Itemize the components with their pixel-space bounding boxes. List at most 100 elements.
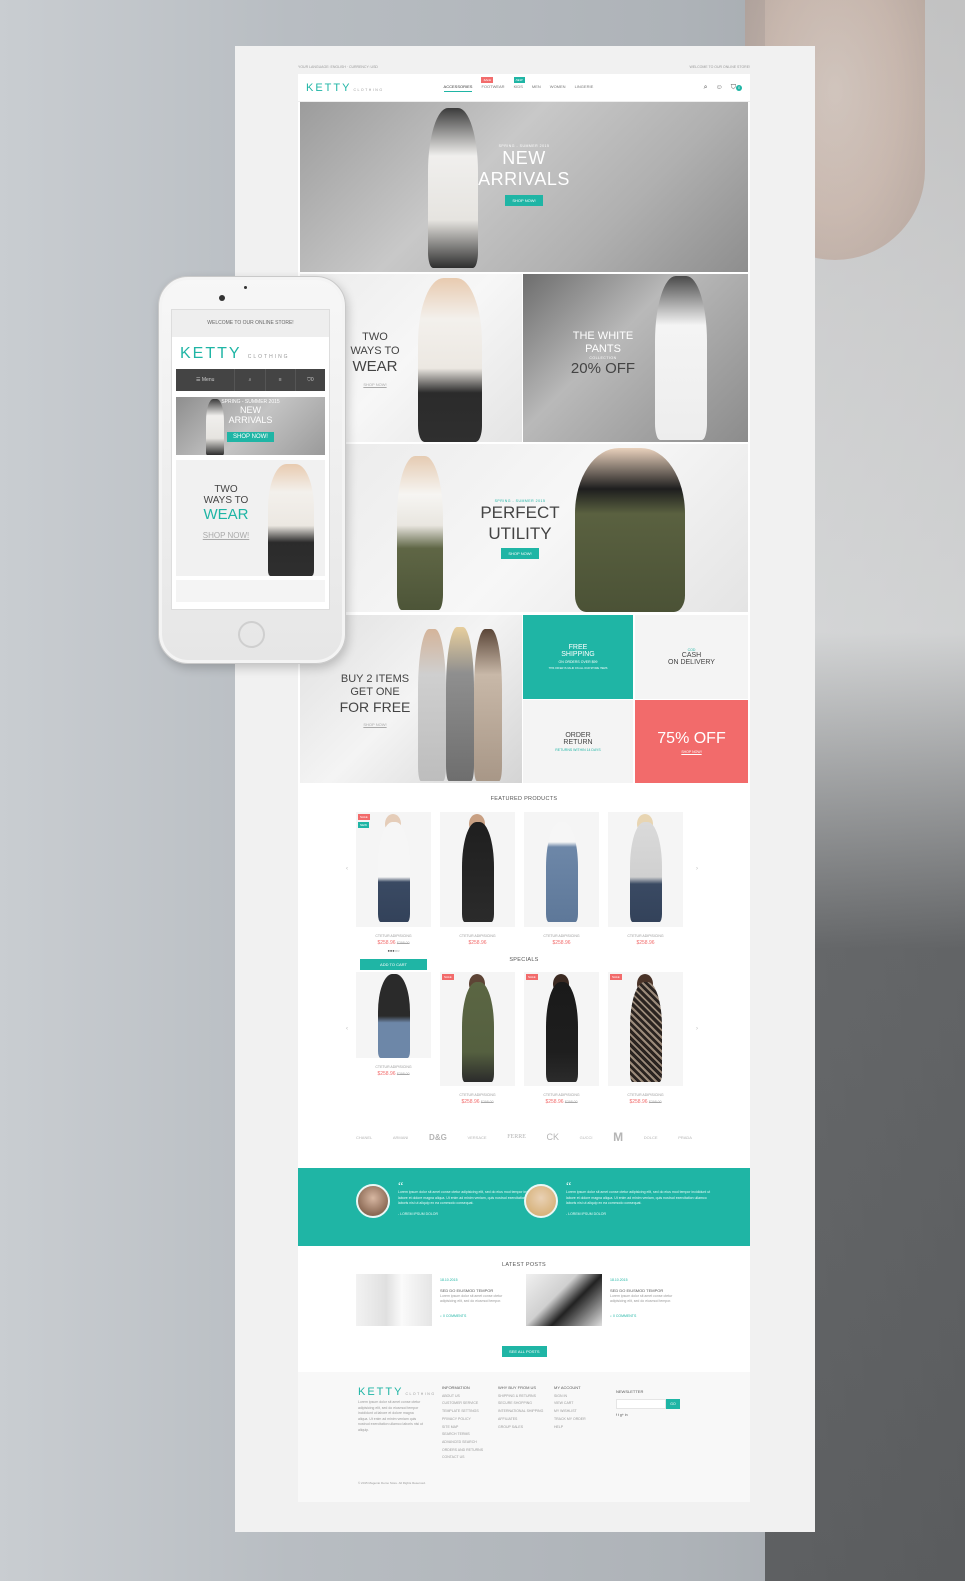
white-pants-banner[interactable]: THE WHITE PANTS COLLECTION 20% OFF (523, 274, 748, 442)
product-name[interactable]: CTETUR ADIPISICING (440, 934, 515, 938)
nav-item-lingerie[interactable]: LINGERIE (575, 84, 594, 92)
footer-link[interactable]: HELP (554, 1424, 586, 1432)
featured-prev-arrow[interactable]: ‹ (346, 866, 348, 872)
product-name[interactable]: CTETUR ADIPISICING (524, 1093, 599, 1097)
cart-icon[interactable]: ⛉0 (296, 369, 325, 391)
product-image[interactable]: SALE (440, 972, 515, 1086)
footer-link[interactable]: CONTACT US (442, 1454, 483, 1462)
product-name[interactable]: CTETUR ADIPISICING (356, 1065, 431, 1069)
special-product-4[interactable]: SALE CTETUR ADIPISICING $258.96 $298.00 (608, 972, 683, 1105)
two-ways-link[interactable]: SHOP NOW! (363, 382, 386, 387)
order-return-tile[interactable]: ORDER RETURN RETURNS WITHIN 14 DAYS (523, 700, 633, 783)
product-image[interactable] (440, 812, 515, 927)
list-icon[interactable]: ≡ (266, 369, 296, 391)
mobile-two-ways-banner[interactable]: TWO WAYS TO WEAR SHOP NOW! (176, 460, 325, 576)
buy-two-link[interactable]: SHOP NOW! (363, 722, 386, 727)
product-name[interactable]: CTETUR ADIPISICING (356, 934, 431, 938)
post-2[interactable]: 18.10.2015 SED DO EIUSMOD TEMPOR Lorem i… (526, 1274, 696, 1334)
mobile-two-ways-link[interactable]: SHOP NOW! (186, 531, 266, 540)
footer-link[interactable]: SECURE SHOPPING (498, 1400, 543, 1408)
nav-item-men[interactable]: MEN (532, 84, 541, 92)
brand-logo[interactable]: ARMANI (393, 1135, 409, 1140)
cart-icon[interactable]: ⛉0 (731, 84, 742, 92)
special-product-1[interactable]: CTETUR ADIPISICING $258.96 $298.00 (356, 972, 431, 1077)
brand-logo[interactable]: FERRE (507, 1134, 526, 1140)
footer-link[interactable]: PRIVACY POLICY (442, 1416, 483, 1424)
brand-logo[interactable]: VERSACE (467, 1135, 486, 1140)
specials-next-arrow[interactable]: › (696, 1026, 698, 1032)
nav-item-footwear[interactable]: SALE FOOTWEAR (481, 76, 505, 92)
product-image[interactable]: SALE (524, 972, 599, 1086)
special-product-2[interactable]: SALE CTETUR ADIPISICING $258.96 $298.00 (440, 972, 515, 1105)
post-image[interactable] (526, 1274, 602, 1326)
post-title[interactable]: SED DO EIUSMOD TEMPOR (440, 1288, 493, 1293)
mobile-logo[interactable]: KETTY CLOTHING (172, 337, 329, 367)
post-1[interactable]: 18.10.2015 SED DO EIUSMOD TEMPOR Lorem i… (356, 1274, 526, 1334)
footer-link[interactable]: ORDERS AND RETURNS (442, 1447, 483, 1455)
mobile-menu-button[interactable]: ☰ Menu (176, 369, 236, 391)
newsletter-email-input[interactable] (616, 1398, 666, 1409)
free-shipping-tile[interactable]: FREE SHIPPING ON ORDERS OVER $99 THIS OF… (523, 615, 633, 699)
brand-logo[interactable]: GUCCI (580, 1135, 593, 1140)
brand-logo[interactable]: D&G (429, 1133, 447, 1142)
mobile-shop-button[interactable]: SHOP NOW! (227, 432, 274, 442)
comments-link[interactable]: ⌕ 0 COMMENTS (440, 1314, 466, 1318)
product-image[interactable] (356, 972, 431, 1058)
special-product-3[interactable]: SALE CTETUR ADIPISICING $258.96 $298.00 (524, 972, 599, 1105)
featured-product-2[interactable]: CTETUR ADIPISICING $258.96 (440, 812, 515, 946)
see-all-posts-button[interactable]: SEE ALL POSTS (502, 1346, 547, 1357)
brand-logo[interactable]: PRADA (678, 1135, 692, 1140)
brand-logo[interactable]: DOLCE (644, 1135, 658, 1140)
footer-link[interactable]: CUSTOMER SERVICE (442, 1400, 483, 1408)
sale-link[interactable]: SHOP NOW! (681, 750, 701, 754)
featured-product-4[interactable]: CTETUR ADIPISICING $258.96 (608, 812, 683, 946)
social-icons[interactable]: f t g+ in (616, 1412, 680, 1420)
mobile-hero-banner[interactable]: SPRING - SUMMER 2015 NEW ARRIVALS SHOP N… (176, 397, 325, 455)
product-image[interactable] (524, 812, 599, 927)
hero-shop-button[interactable]: SHOP NOW! (505, 195, 543, 207)
product-name[interactable]: CTETUR ADIPISICING (608, 934, 683, 938)
footer-link[interactable]: GROUP SALES (498, 1424, 543, 1432)
nav-item-kids[interactable]: NEW KIDS (513, 76, 525, 92)
product-image[interactable] (608, 812, 683, 927)
product-name[interactable]: CTETUR ADIPISICING (440, 1093, 515, 1097)
search-icon[interactable]: ⌕ (704, 84, 708, 92)
footer-link[interactable]: INTERNATIONAL SHIPPING (498, 1408, 543, 1416)
post-image[interactable] (356, 1274, 432, 1326)
footer-link[interactable]: TRACK MY ORDER (554, 1416, 586, 1424)
footer-link[interactable]: VIEW CART (554, 1400, 586, 1408)
footer-link[interactable]: MY WISHLIST (554, 1408, 586, 1416)
home-button[interactable] (238, 621, 265, 648)
brand-logo[interactable]: CK (547, 1132, 560, 1142)
utility-shop-button[interactable]: SHOP NOW! (501, 547, 539, 559)
featured-product-3[interactable]: CTETUR ADIPISICING $258.96 (524, 812, 599, 946)
product-name[interactable]: CTETUR ADIPISICING (608, 1093, 683, 1097)
hero-banner[interactable]: SPRING - SUMMER 2015 NEW ARRIVALS SHOP N… (300, 102, 748, 272)
nav-item-accessories[interactable]: ACCESSORIES (443, 84, 473, 92)
search-icon[interactable]: ⌕ (235, 369, 266, 391)
mobile-next-banner[interactable] (176, 580, 325, 602)
user-icon[interactable]: ☺ (716, 84, 723, 91)
specials-prev-arrow[interactable]: ‹ (346, 1026, 348, 1032)
post-title[interactable]: SED DO EIUSMOD TEMPOR (610, 1288, 663, 1293)
product-name[interactable]: CTETUR ADIPISICING (524, 934, 599, 938)
footer-link[interactable]: TEMPLATE SETTINGS (442, 1408, 483, 1416)
comments-link[interactable]: ⌕ 0 COMMENTS (610, 1314, 636, 1318)
featured-next-arrow[interactable]: › (696, 866, 698, 872)
footer-link[interactable]: SIGN IN (554, 1393, 586, 1401)
brand-logo[interactable]: CHANEL (356, 1135, 372, 1140)
logo[interactable]: KETTY CLOTHING (306, 82, 384, 94)
cod-tile[interactable]: COD CASH ON DELIVERY (635, 615, 748, 699)
perfect-utility-banner[interactable]: SPRING - SUMMER 2015 PERFECT UTILITY SHO… (345, 444, 748, 612)
nav-item-women[interactable]: WOMEN (550, 84, 566, 92)
brand-logo[interactable]: M (613, 1130, 623, 1144)
footer-link[interactable]: SHIPPING & RETURNS (498, 1393, 543, 1401)
footer-logo[interactable]: KETTY CLOTHING (358, 1386, 436, 1398)
newsletter-submit-button[interactable]: GO (666, 1398, 680, 1409)
footer-link[interactable]: ADVANCED SEARCH (442, 1439, 483, 1447)
footer-link[interactable]: ABOUT US (442, 1393, 483, 1401)
footer-link[interactable]: AFFILIATES (498, 1416, 543, 1424)
product-image[interactable]: SALE NEW (356, 812, 431, 927)
footer-link[interactable]: SEARCH TERMS (442, 1431, 483, 1439)
product-image[interactable]: SALE (608, 972, 683, 1086)
